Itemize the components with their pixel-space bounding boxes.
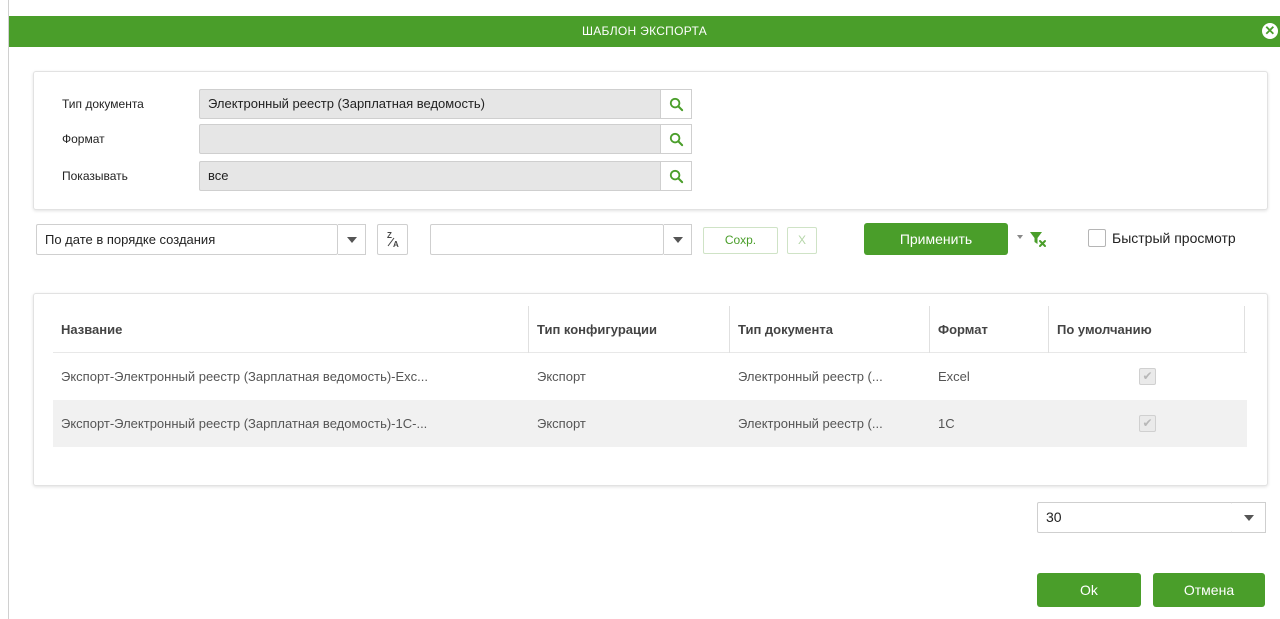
- table-row[interactable]: Экспорт-Электронный реестр (Зарплатная в…: [53, 353, 1247, 400]
- show-search-button[interactable]: [661, 161, 692, 191]
- save-filter-button[interactable]: Сохр.: [703, 227, 778, 254]
- cell-format: Excel: [938, 369, 970, 384]
- templates-table-panel: Название Тип конфигурации Тип документа …: [33, 293, 1268, 486]
- background-frame: [0, 0, 9, 619]
- cell-config-type: Экспорт: [537, 369, 586, 384]
- table-row[interactable]: Экспорт-Электронный реестр (Зарплатная в…: [53, 400, 1247, 447]
- document-filter-panel: Тип документа Электронный реестр (Зарпла…: [33, 71, 1268, 210]
- search-icon: [669, 169, 683, 183]
- quick-view-label: Быстрый просмотр: [1112, 230, 1236, 246]
- sort-select[interactable]: По дате в порядке создания: [36, 224, 338, 255]
- cell-doc-type: Электронный реестр (...: [738, 416, 883, 431]
- form-row-format: Формат: [34, 124, 734, 154]
- sort-direction-button[interactable]: ZA: [377, 224, 408, 255]
- app-window: ШАБЛОН ЭКСПОРТА ✕ Тип документа Электрон…: [0, 0, 1280, 619]
- show-field[interactable]: все: [199, 161, 661, 191]
- page-size-arrow[interactable]: [1232, 502, 1266, 533]
- dialog-title: ШАБЛОН ЭКСПОРТА: [581, 24, 708, 38]
- table-header: Название Тип конфигурации Тип документа …: [53, 306, 1247, 353]
- chevron-down-icon: [346, 236, 357, 243]
- chevron-down-icon: [672, 236, 683, 243]
- clear-filter-icon[interactable]: [1029, 230, 1047, 248]
- svg-text:A: A: [393, 240, 399, 249]
- cell-name: Экспорт-Электронный реестр (Зарплатная в…: [61, 369, 429, 384]
- form-row-show: Показывать все: [34, 161, 734, 191]
- cell-config-type: Экспорт: [537, 416, 586, 431]
- apply-button[interactable]: Применить: [864, 223, 1008, 255]
- search-icon: [669, 132, 683, 146]
- column-header-doc-type[interactable]: Тип документа: [730, 306, 930, 353]
- format-label: Формат: [62, 132, 105, 146]
- list-toolbar: По дате в порядке создания ZA Сохр. X Пр…: [36, 222, 1276, 262]
- cell-format: 1С: [938, 416, 955, 431]
- doc-type-label: Тип документа: [62, 97, 144, 111]
- default-checkbox: ✔: [1139, 368, 1156, 385]
- filter-template-select[interactable]: [430, 224, 664, 255]
- column-header-config-type[interactable]: Тип конфигурации: [529, 306, 730, 353]
- default-checkbox: ✔: [1139, 415, 1156, 432]
- clear-filter-button[interactable]: X: [787, 227, 817, 254]
- cell-doc-type: Электронный реестр (...: [738, 369, 883, 384]
- form-row-doc-type: Тип документа Электронный реестр (Зарпла…: [34, 89, 734, 119]
- templates-table: Название Тип конфигурации Тип документа …: [53, 306, 1247, 447]
- cancel-button[interactable]: Отмена: [1153, 573, 1265, 607]
- dialog-titlebar: ШАБЛОН ЭКСПОРТА ✕: [9, 16, 1280, 47]
- doc-type-search-button[interactable]: [661, 89, 692, 119]
- close-icon[interactable]: ✕: [1262, 23, 1278, 39]
- page-size-select[interactable]: 30: [1037, 502, 1233, 533]
- chevron-down-icon: [1243, 514, 1254, 521]
- doc-type-field[interactable]: Электронный реестр (Зарплатная ведомость…: [199, 89, 661, 119]
- format-field[interactable]: [199, 124, 661, 154]
- search-icon: [669, 97, 683, 111]
- column-header-name[interactable]: Название: [53, 306, 529, 353]
- ok-button[interactable]: Ok: [1037, 573, 1141, 607]
- show-label: Показывать: [62, 169, 128, 183]
- svg-text:Z: Z: [387, 231, 392, 240]
- column-header-format[interactable]: Формат: [930, 306, 1049, 353]
- cell-name: Экспорт-Электронный реестр (Зарплатная в…: [61, 416, 428, 431]
- format-search-button[interactable]: [661, 124, 692, 154]
- sort-select-arrow[interactable]: [338, 224, 366, 255]
- apply-dropdown-icon[interactable]: [1017, 235, 1023, 239]
- sort-za-icon: ZA: [387, 231, 399, 249]
- filter-template-arrow[interactable]: [664, 224, 692, 255]
- column-header-default[interactable]: По умолчанию: [1049, 306, 1245, 353]
- quick-view-checkbox[interactable]: [1088, 229, 1106, 247]
